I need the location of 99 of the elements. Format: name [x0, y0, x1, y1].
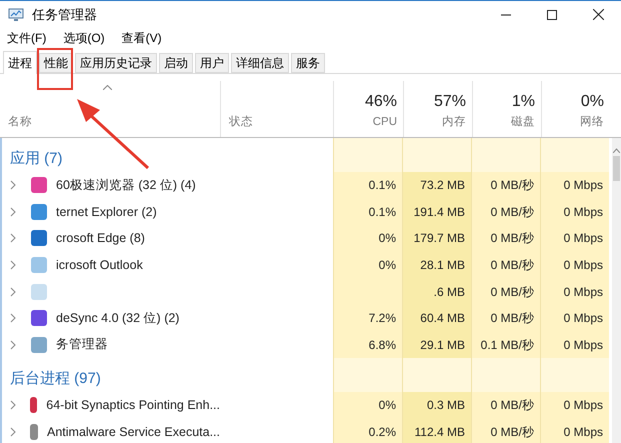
chevron-icon[interactable] — [10, 206, 16, 217]
tab[interactable]: 进程 — [3, 51, 37, 74]
table-cell: 0 MB/秒 — [471, 225, 540, 252]
table-cell: 28.1 MB — [402, 252, 471, 278]
tab[interactable]: 用户 — [195, 53, 229, 73]
table-cell: 179.7 MB — [402, 225, 471, 252]
table-cell — [402, 138, 471, 172]
table-cell: 0 MB/秒 — [471, 304, 540, 332]
table-cell — [471, 138, 540, 172]
table-cell: 0 MB/秒 — [471, 418, 540, 443]
table-cell — [333, 138, 402, 172]
table-cell — [402, 358, 471, 392]
table-cell — [540, 358, 609, 392]
process-name[interactable]: 64-bit Synaptics Pointing Enh... — [46, 396, 220, 415]
table-cell: 0 Mbps — [540, 252, 609, 278]
table-cell: 0 MB/秒 — [471, 252, 540, 278]
usage-percent: 57% — [434, 92, 466, 112]
column-header[interactable]: 名称 — [8, 114, 220, 131]
chevron-icon[interactable] — [10, 400, 16, 410]
chevron-icon[interactable] — [10, 313, 16, 324]
chevron-icon[interactable] — [10, 340, 16, 350]
process-name[interactable]: crosoft Edge (8) — [56, 229, 145, 248]
table-cell: 0.2% — [333, 418, 402, 443]
table-cell: 0 Mbps — [540, 304, 609, 332]
app-icon — [31, 257, 47, 274]
table-cell: 0 Mbps — [540, 418, 609, 443]
table-cell: 7.2% — [333, 304, 402, 332]
usage-percent: 46% — [364, 92, 397, 112]
column-header[interactable]: CPU — [372, 114, 397, 131]
table-cell: 0 Mbps — [540, 332, 609, 358]
tab[interactable]: 详细信息 — [231, 53, 289, 73]
process-name[interactable]: ternet Explorer (2) — [56, 202, 157, 222]
group-heading[interactable]: 后台进程 (97) — [10, 368, 101, 390]
table-cell: 0.1% — [333, 172, 402, 199]
highlight-frame — [37, 48, 73, 90]
table-cell: 6.8% — [333, 332, 402, 358]
app-icon — [30, 424, 38, 440]
table-cell — [333, 358, 402, 392]
usage-percent: 1% — [512, 92, 535, 112]
table-cell: .6 MB — [402, 278, 471, 305]
process-name[interactable]: icrosoft Outlook — [56, 256, 143, 274]
group-heading[interactable]: 应用 (7) — [10, 148, 62, 170]
menu-item[interactable]: 查看(V) — [120, 29, 164, 47]
table-cell: 0 MB/秒 — [471, 278, 540, 305]
table-cell: 191.4 MB — [402, 198, 471, 226]
table-cell: 60.4 MB — [402, 304, 471, 332]
app-icon — [31, 230, 47, 246]
chevron-icon[interactable] — [10, 427, 16, 438]
table-cell: 0% — [333, 252, 402, 278]
table-cell: 0 Mbps — [540, 225, 609, 252]
chevron-icon[interactable] — [10, 233, 16, 244]
table-cell: 0 MB/秒 — [471, 392, 540, 419]
tab[interactable]: 应用历史记录 — [75, 53, 157, 73]
table-cell: 29.1 MB — [402, 332, 471, 358]
tab[interactable]: 性能 — [39, 53, 73, 73]
tab[interactable]: 启动 — [159, 53, 193, 73]
table-cell: 0 Mbps — [540, 392, 609, 419]
table-cell: 73.2 MB — [402, 172, 471, 199]
table-cell: 0 Mbps — [540, 278, 609, 305]
process-name[interactable]: 60极速浏览器 (32 位) (4) — [56, 176, 196, 195]
table-cell: 0 Mbps — [540, 198, 609, 226]
close-icon[interactable] — [592, 9, 604, 20]
table-cell: 0 MB/秒 — [471, 172, 540, 199]
table-cell: 0% — [333, 392, 402, 419]
table-cell — [540, 138, 609, 172]
process-name[interactable]: 务管理器 — [56, 335, 108, 354]
table-cell: 0 Mbps — [540, 172, 609, 199]
table-cell: 0% — [333, 225, 402, 252]
chevron-icon[interactable] — [10, 180, 16, 190]
scrollbar-thumb[interactable] — [613, 156, 620, 181]
window-title: 任务管理器 — [32, 6, 97, 24]
table-cell: 0.3 MB — [402, 392, 471, 419]
app-icon — [31, 284, 47, 300]
column-header[interactable]: 磁盘 — [511, 114, 535, 131]
table-cell: 0.1% — [333, 198, 402, 226]
menu-item[interactable]: 选项(O) — [61, 29, 107, 47]
table-cell: 112.4 MB — [402, 418, 471, 443]
process-name[interactable]: Antimalware Service Executa... — [47, 422, 220, 442]
sort-caret-icon — [103, 85, 112, 90]
column-header[interactable]: 状态 — [229, 114, 333, 131]
table-cell: 0.1 MB/秒 — [471, 332, 540, 358]
app-icon — [30, 397, 38, 414]
chevron-icon[interactable] — [10, 260, 16, 270]
monitor-icon — [8, 8, 24, 22]
menu-item[interactable]: 文件(F) — [5, 29, 48, 47]
maximize-icon[interactable] — [547, 10, 557, 20]
chevron-icon[interactable] — [10, 286, 16, 297]
column-header[interactable]: 网络 — [580, 114, 604, 131]
process-name[interactable]: deSync 4.0 (32 位) (2) — [56, 308, 180, 328]
scroll-up-icon[interactable] — [613, 148, 620, 153]
app-icon — [31, 336, 47, 353]
app-icon — [31, 204, 47, 220]
column-header[interactable]: 内存 — [442, 114, 466, 131]
table-cell: 0 MB/秒 — [471, 198, 540, 226]
usage-percent: 0% — [580, 92, 604, 112]
tab[interactable]: 服务 — [291, 53, 325, 73]
app-icon — [31, 310, 47, 326]
table-cell — [471, 358, 540, 392]
app-icon — [31, 177, 47, 194]
